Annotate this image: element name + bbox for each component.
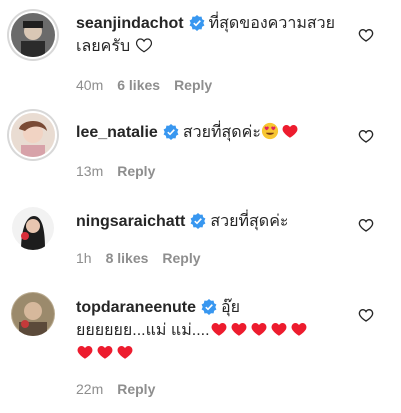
red-hearts-group: [76, 345, 136, 362]
timestamp: 22m: [76, 381, 104, 397]
verified-badge-icon: [163, 124, 179, 140]
comment-meta: 13m Reply: [76, 163, 169, 179]
like-heart-icon[interactable]: [358, 27, 374, 43]
comment-body: lee_natalie สวยที่สุดค่ะ: [76, 121, 346, 144]
comment-text-line1: อุ๊ย: [221, 299, 240, 316]
comment-meta: 40m 6 likes Reply: [76, 77, 226, 93]
red-heart-emoji-icon: [96, 343, 114, 361]
red-heart-emoji-icon: [116, 343, 134, 361]
heart-eyes-emoji-icon: [261, 122, 279, 140]
avatar[interactable]: [11, 13, 55, 57]
reply-button[interactable]: Reply: [162, 250, 200, 266]
avatar[interactable]: [11, 206, 55, 250]
comment-text-line2: ยยยยยย...แม่ แม่....: [76, 322, 210, 339]
red-hearts-group: [210, 322, 310, 339]
timestamp: 40m: [76, 77, 104, 93]
white-heart-icon: [135, 36, 153, 54]
like-heart-icon[interactable]: [358, 128, 374, 144]
like-heart-icon[interactable]: [358, 307, 374, 323]
username[interactable]: lee_natalie: [76, 124, 158, 141]
red-heart-emoji-icon: [210, 320, 228, 338]
reply-button[interactable]: Reply: [117, 163, 155, 179]
comment-text: สวยที่สุดค่ะ: [182, 124, 261, 141]
timestamp: 1h: [76, 250, 92, 266]
reply-button[interactable]: Reply: [174, 77, 212, 93]
avatar[interactable]: [11, 292, 55, 336]
red-heart-emoji-icon: [76, 343, 94, 361]
likes-count[interactable]: 8 likes: [106, 250, 149, 266]
red-heart-emoji-icon: [290, 320, 308, 338]
username[interactable]: seanjindachot: [76, 15, 184, 32]
verified-badge-icon: [190, 213, 206, 229]
likes-count[interactable]: 6 likes: [117, 77, 160, 93]
red-heart-emoji-icon: [250, 320, 268, 338]
red-heart-emoji-icon: [270, 320, 288, 338]
comment-body: seanjindachot ที่สุดของความสวยเลยครับ: [76, 12, 346, 58]
comment-meta: 22m Reply: [76, 381, 169, 397]
red-heart-emoji-icon: [281, 122, 299, 140]
red-heart-emoji-icon: [230, 320, 248, 338]
username[interactable]: ningsaraichatt: [76, 213, 185, 230]
username[interactable]: topdaraneenute: [76, 299, 196, 316]
timestamp: 13m: [76, 163, 104, 179]
comment-text: สวยที่สุดค่ะ: [210, 213, 289, 230]
comment-body: topdaraneenute อุ๊ย ยยยยยย...แม่ แม่....: [76, 296, 346, 365]
comment-meta: 1h 8 likes Reply: [76, 250, 215, 266]
verified-badge-icon: [201, 299, 217, 315]
like-heart-icon[interactable]: [358, 217, 374, 233]
comment-body: ningsaraichatt สวยที่สุดค่ะ: [76, 210, 346, 233]
reply-button[interactable]: Reply: [117, 381, 155, 397]
verified-badge-icon: [189, 15, 205, 31]
avatar[interactable]: [11, 113, 55, 157]
